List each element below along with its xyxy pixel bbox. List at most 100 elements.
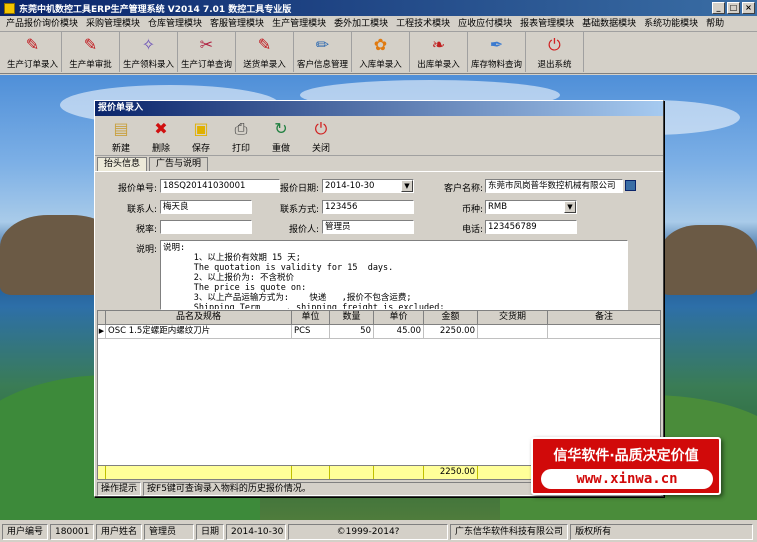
toolbar-button-4[interactable]: ✎ 送货单录入 [236, 32, 294, 72]
print-icon: ⎙ [234, 119, 248, 138]
row-indicator-header [98, 311, 106, 324]
chevron-down-icon[interactable]: ▼ [401, 180, 413, 192]
dialog-tool-5[interactable]: ⏻ 关闭 [301, 116, 341, 155]
menu-warehouse[interactable]: 仓库管理模块 [144, 17, 206, 31]
menu-purchase[interactable]: 采购管理模块 [82, 17, 144, 31]
cell-name[interactable]: OSC 1.5定螺距内螺纹刀片 [106, 325, 292, 338]
window-controls: _ □ × [712, 2, 755, 14]
cell-unit[interactable]: PCS [292, 325, 330, 338]
menu-accounts[interactable]: 应收应付模块 [454, 17, 516, 31]
col-price[interactable]: 单价 [374, 311, 424, 324]
dialog-title: 报价单录入 [95, 101, 663, 116]
redo-icon: ↻ [274, 119, 288, 138]
lookup-icon[interactable] [625, 180, 636, 191]
menu-system[interactable]: 系统功能模块 [640, 17, 702, 31]
chevron-down-icon[interactable]: ▼ [564, 201, 576, 213]
currency-select[interactable]: RMB ▼ [485, 200, 577, 214]
menu-outsourcing[interactable]: 委外加工模块 [330, 17, 392, 31]
quote-date-picker[interactable]: 2014-10-30 ▼ [322, 179, 414, 193]
window-title: 东莞中机数控工具ERP生产管理系统 V2014 7.01 数控工具专业版 [19, 4, 292, 15]
contact-field[interactable]: 梅天良 [160, 200, 252, 214]
status-company: 广东信华软件科技有限公司 [450, 523, 569, 540]
total-amount: 2250.00 [424, 466, 478, 479]
cell-delivery[interactable] [478, 325, 548, 338]
cell-price[interactable]: 45.00 [374, 325, 424, 338]
tax-field[interactable] [160, 220, 252, 234]
phone-field[interactable]: 123456789 [485, 220, 577, 234]
menu-basedata[interactable]: 基础数据模块 [578, 17, 640, 31]
promo-slogan: 信华软件·品质决定价值 [553, 448, 699, 464]
toolbar-button-0[interactable]: ✎ 生产订单录入 [4, 32, 62, 72]
leaf-icon: ❧ [431, 35, 446, 54]
table-row[interactable]: ▶ OSC 1.5定螺距内螺纹刀片 PCS 50 45.00 2250.00 [98, 325, 660, 339]
toolbar-button-5[interactable]: ✏ 客户信息管理 [294, 32, 352, 72]
col-remark[interactable]: 备注 [548, 311, 660, 324]
maximize-button[interactable]: □ [727, 2, 740, 14]
close-icon: ⏻ [314, 119, 328, 138]
grid-header: 品名及规格 单位 数量 单价 金额 交货期 备注 [98, 311, 660, 325]
notes-memo[interactable]: 说明: 1、以上报价有效期 15 天; The quotation is val… [160, 240, 628, 310]
notes-label: 说明: [135, 245, 157, 255]
customer-label: 客户名称: [443, 184, 483, 194]
save-icon: ▣ [193, 119, 209, 138]
toolbar-button-7[interactable]: ❧ 出库单录入 [410, 32, 468, 72]
flower-icon: ✿ [373, 35, 388, 54]
toolbar-button-6[interactable]: ✿ 入库单录入 [352, 32, 410, 72]
pdf-icon: ✎ [25, 35, 40, 54]
toolbar-button-8[interactable]: ✒ 库存物料查询 [468, 32, 526, 72]
dialog-tool-label: 打印 [231, 144, 250, 154]
menu-production[interactable]: 生产管理模块 [268, 17, 330, 31]
status-date: 2014-10-30 [226, 523, 287, 540]
title-bar: 东莞中机数控工具ERP生产管理系统 V2014 7.01 数控工具专业版 _ □… [0, 0, 757, 16]
feather-icon: ✒ [489, 35, 504, 54]
dialog-tabs: 抬头信息 广告与说明 [95, 157, 663, 171]
dialog-tool-label: 重做 [271, 144, 290, 154]
menu-engineering[interactable]: 工程技术模块 [392, 17, 454, 31]
toolbar-button-label: 退出系统 [537, 60, 572, 70]
dialog-tool-label: 保存 [191, 144, 210, 154]
tab-header-info[interactable]: 抬头信息 [97, 157, 148, 171]
toolbar-button-1[interactable]: ✎ 生产单审批 [62, 32, 120, 72]
quote-date-value: 2014-10-30 [325, 181, 375, 191]
status-date-label: 日期 [196, 523, 225, 540]
close-window-button[interactable]: × [742, 2, 755, 14]
status-user-no-label: 用户编号 [2, 523, 49, 540]
tax-label: 税率: [135, 225, 157, 235]
dialog-tool-3[interactable]: ⎙ 打印 [221, 116, 261, 155]
quote-date-label: 报价日期: [279, 184, 319, 194]
dialog-tool-1[interactable]: ✖ 删除 [141, 116, 181, 155]
menu-reports[interactable]: 报表管理模块 [516, 17, 578, 31]
cell-remark[interactable] [548, 325, 660, 338]
dialog-tool-4[interactable]: ↻ 重做 [261, 116, 301, 155]
toolbar-button-2[interactable]: ✧ 生产领料录入 [120, 32, 178, 72]
minimize-button[interactable]: _ [712, 2, 725, 14]
dialog-tool-label: 删除 [151, 144, 170, 154]
contact-method-field[interactable]: 123456 [322, 200, 414, 214]
promo-banner: 信华软件·品质决定价值 www.xinwa.cn [531, 437, 721, 495]
dialog-tool-2[interactable]: ▣ 保存 [181, 116, 221, 155]
toolbar-button-3[interactable]: ✂ 生产订单查询 [178, 32, 236, 72]
promo-url: www.xinwa.cn [541, 469, 713, 489]
quoter-field[interactable]: 管理员 [322, 220, 414, 234]
col-unit[interactable]: 单位 [292, 311, 330, 324]
col-delivery[interactable]: 交货期 [478, 311, 548, 324]
dialog-toolbar: ▤ 新建 ✖ 删除 ▣ 保存 ⎙ 打印 ↻ 重做 ⏻ 关闭 [95, 116, 663, 156]
col-name[interactable]: 品名及规格 [106, 311, 292, 324]
col-amount[interactable]: 金额 [424, 311, 478, 324]
cell-amount[interactable]: 2250.00 [424, 325, 478, 338]
tab-ads-notes[interactable]: 广告与说明 [149, 157, 209, 171]
dialog-tool-0[interactable]: ▤ 新建 [101, 116, 141, 155]
toolbar-button-label: 入库单录入 [359, 60, 402, 70]
status-user-no: 180001 [50, 523, 95, 540]
toolbar-button-label: 生产单审批 [69, 60, 112, 70]
col-qty[interactable]: 数量 [330, 311, 374, 324]
menu-help[interactable]: 帮助 [702, 17, 728, 31]
hint-label: 操作提示 [97, 482, 142, 496]
toolbar-button-9[interactable]: ⏻ 退出系统 [526, 32, 584, 72]
cell-qty[interactable]: 50 [330, 325, 374, 338]
customer-field[interactable]: 东莞市凤岗普华数控机械有限公司 [485, 179, 623, 193]
menu-service[interactable]: 客服管理模块 [206, 17, 268, 31]
delete-icon: ✖ [154, 119, 168, 138]
menu-quote[interactable]: 产品报价询价模块 [2, 17, 82, 31]
status-user-name-label: 用户姓名 [96, 523, 143, 540]
